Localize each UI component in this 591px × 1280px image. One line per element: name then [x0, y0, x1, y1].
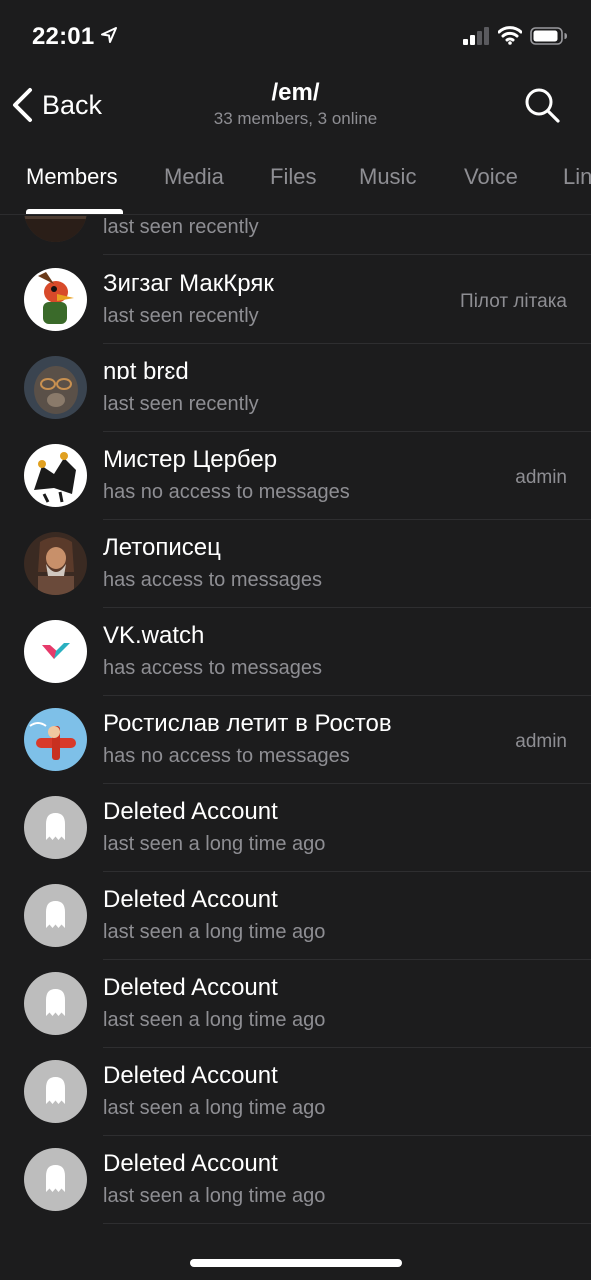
- search-icon[interactable]: [522, 85, 562, 125]
- member-row[interactable]: Летописец has access to messages: [0, 520, 591, 608]
- avatar: [24, 216, 87, 242]
- member-status: has no access to messages: [103, 481, 350, 503]
- member-status: has access to messages: [103, 569, 322, 591]
- avatar: [24, 356, 87, 419]
- member-name: Зигзаг МакКряк: [103, 270, 274, 297]
- member-row[interactable]: Deleted Account last seen a long time ag…: [0, 872, 591, 960]
- row-divider: [103, 254, 591, 255]
- tab-media[interactable]: Media: [164, 164, 224, 190]
- members-list[interactable]: last seen recently Зигзаг МакКряк last s…: [0, 216, 591, 1226]
- member-row[interactable]: Deleted Account last seen a long time ag…: [0, 960, 591, 1048]
- ghost-icon: [24, 884, 87, 947]
- ghost-icon: [24, 1148, 87, 1211]
- avatar: [24, 1148, 87, 1211]
- active-tab-indicator: [26, 209, 123, 214]
- wifi-icon: [498, 26, 522, 45]
- member-name: Deleted Account: [103, 1150, 278, 1177]
- member-status: last seen recently: [103, 393, 259, 415]
- member-status: last seen recently: [103, 216, 259, 238]
- avatar: [24, 708, 87, 771]
- member-name: Deleted Account: [103, 886, 278, 913]
- member-status: has access to messages: [103, 657, 322, 679]
- member-row[interactable]: last seen recently: [0, 216, 591, 255]
- member-name: Ростислав летит в Ростов: [103, 710, 392, 737]
- member-role-badge: admin: [515, 467, 567, 488]
- member-name: nɒt brɛd: [103, 358, 189, 385]
- avatar: [24, 796, 87, 859]
- clock: 22:01: [32, 23, 95, 50]
- location-arrow-icon: [101, 27, 117, 43]
- avatar: [24, 972, 87, 1035]
- avatar: [24, 532, 87, 595]
- member-status: last seen recently: [103, 305, 259, 327]
- member-row[interactable]: Ростислав летит в Ростов has no access t…: [0, 696, 591, 784]
- member-name: Deleted Account: [103, 798, 278, 825]
- row-divider: [103, 1223, 591, 1224]
- member-status: last seen a long time ago: [103, 1185, 326, 1207]
- member-row[interactable]: VK.watch has access to messages: [0, 608, 591, 696]
- ghost-icon: [24, 796, 87, 859]
- members-count: 33 members, 3 online: [213, 109, 378, 128]
- battery-icon: [530, 27, 567, 45]
- tab-bar: Members Media Files Music Voice Links: [0, 142, 591, 215]
- member-status: last seen a long time ago: [103, 1097, 326, 1119]
- ghost-icon: [24, 1060, 87, 1123]
- avatar: [24, 620, 87, 683]
- avatar: [24, 268, 87, 331]
- member-status: last seen a long time ago: [103, 921, 326, 943]
- member-row[interactable]: nɒt brɛd last seen recently: [0, 344, 591, 432]
- page-title: /em/: [271, 79, 320, 106]
- home-indicator[interactable]: [190, 1259, 402, 1267]
- tab-links[interactable]: Links: [563, 164, 591, 190]
- member-role-badge: Пілот літака: [460, 291, 567, 312]
- navigation-bar: Back /em/ 33 members, 3 online: [0, 70, 591, 142]
- avatar: [24, 444, 87, 507]
- member-role-badge: admin: [515, 731, 567, 752]
- member-name: Deleted Account: [103, 974, 278, 1001]
- member-status: has no access to messages: [103, 745, 350, 767]
- tab-members[interactable]: Members: [26, 164, 118, 190]
- tab-music[interactable]: Music: [359, 164, 416, 190]
- member-row[interactable]: Deleted Account last seen a long time ag…: [0, 784, 591, 872]
- member-status: last seen a long time ago: [103, 833, 326, 855]
- avatar: [24, 1060, 87, 1123]
- tab-files[interactable]: Files: [270, 164, 316, 190]
- tab-voice[interactable]: Voice: [464, 164, 518, 190]
- status-bar: 22:01: [0, 0, 591, 70]
- avatar: [24, 884, 87, 947]
- ghost-icon: [24, 972, 87, 1035]
- app: 22:01 Back /em/ 33 members, 3 online Mem…: [0, 0, 591, 1280]
- member-row[interactable]: Мистер Цербер has no access to messages …: [0, 432, 591, 520]
- cellular-signal-icon: [463, 27, 489, 45]
- member-row[interactable]: Deleted Account last seen a long time ag…: [0, 1048, 591, 1136]
- member-name: VK.watch: [103, 622, 205, 649]
- member-name: Deleted Account: [103, 1062, 278, 1089]
- member-row[interactable]: Зигзаг МакКряк last seen recently Пілот …: [0, 256, 591, 344]
- member-name: Мистер Цербер: [103, 446, 278, 473]
- member-name: Летописец: [103, 534, 221, 561]
- member-row[interactable]: Deleted Account last seen a long time ag…: [0, 1136, 591, 1224]
- member-status: last seen a long time ago: [103, 1009, 326, 1031]
